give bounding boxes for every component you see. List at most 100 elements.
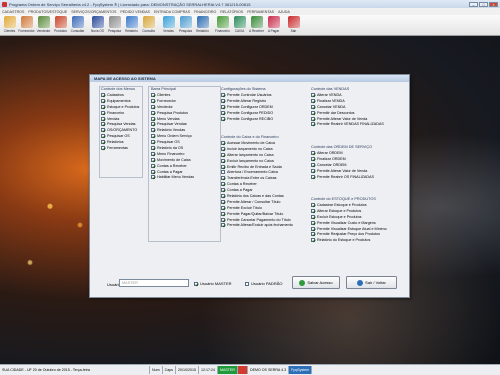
checkbox[interactable] [221, 92, 225, 97]
usuario-master-checkbox[interactable] [194, 281, 198, 286]
checkbox[interactable] [311, 162, 315, 167]
checkbox[interactable] [151, 92, 155, 97]
checkbox[interactable] [311, 238, 315, 243]
vendas-option[interactable]: Permite Reabrir VENDAS FINALIZADAS [311, 121, 384, 127]
checkbox[interactable] [101, 116, 105, 121]
minimize-button[interactable]: – [469, 1, 478, 7]
checkbox[interactable] [151, 134, 155, 139]
checkbox[interactable] [101, 145, 105, 150]
checkbox[interactable] [221, 98, 225, 103]
toolbar-button-caixa[interactable]: CAIXA [231, 15, 248, 35]
checkbox[interactable] [311, 104, 315, 109]
toolbar-button-a-receber[interactable]: A Receber [248, 15, 265, 35]
checkbox[interactable] [151, 157, 155, 162]
toolbar-button-a-pagar[interactable]: A Pagar [265, 15, 282, 35]
checkbox[interactable] [151, 151, 155, 156]
checkbox[interactable] [221, 164, 225, 169]
checkbox[interactable] [311, 202, 315, 207]
maximize-button[interactable]: □ [479, 1, 488, 7]
checkbox[interactable] [311, 208, 315, 213]
caixa-option[interactable]: Permite Alterar/Excluir após fechamento [221, 222, 293, 228]
menu-ajuda[interactable]: AJUDA [278, 10, 290, 14]
toolbar-button-financeiro[interactable]: Financeiro [214, 15, 231, 35]
checkbox[interactable] [221, 110, 225, 115]
checkbox[interactable] [311, 92, 315, 97]
checkbox[interactable] [311, 156, 315, 161]
menu-servicos-orcamentos[interactable]: SERVIÇOS/ORÇAMENTOS [71, 10, 116, 14]
checkbox[interactable] [311, 98, 315, 103]
usuario-field[interactable]: MASTER [119, 279, 189, 287]
checkbox[interactable] [151, 116, 155, 121]
toolbar-button-produtos[interactable]: Produtos [52, 15, 69, 35]
estoque-option[interactable]: Relatório do Estoque e Produtos [311, 237, 387, 243]
checkbox[interactable] [151, 122, 155, 127]
checkbox[interactable] [311, 122, 315, 127]
checkbox[interactable] [101, 122, 105, 127]
toolbar-button-vendedor[interactable]: Vendedor [35, 15, 52, 35]
checkbox[interactable] [221, 211, 225, 216]
checkbox[interactable] [221, 170, 225, 175]
checkbox[interactable] [311, 226, 315, 231]
checkbox[interactable] [221, 193, 225, 198]
save-access-button[interactable]: Salvar Acesso [292, 276, 340, 289]
menu-relatorios[interactable]: RELATÓRIOS [220, 10, 243, 14]
checkbox[interactable] [101, 92, 105, 97]
toolbar-button-relat-rio[interactable]: Relatório [123, 15, 140, 35]
checkbox[interactable] [151, 145, 155, 150]
checkbox[interactable] [311, 116, 315, 121]
toolbar-button-relat-rio[interactable]: Relatório [194, 15, 211, 35]
checkbox[interactable] [101, 128, 105, 133]
toolbar-button-consulta[interactable]: Consulta [140, 15, 157, 35]
close-button[interactable]: × [489, 1, 498, 7]
checkbox[interactable] [221, 158, 225, 163]
toolbar-button-consultar[interactable]: Consultar [69, 15, 86, 35]
checkbox[interactable] [221, 182, 225, 187]
checkbox[interactable] [221, 217, 225, 222]
toolbar-button-vendas[interactable]: Vendas [160, 15, 177, 35]
toolbar-button-pesquisa[interactable]: Pesquisa [106, 15, 123, 35]
menu-ferramentas[interactable]: FERRAMENTAS [247, 10, 274, 14]
checkbox[interactable] [221, 223, 225, 228]
checkbox[interactable] [311, 232, 315, 237]
toolbar-button-sair[interactable]: Sair [285, 15, 302, 35]
menu-produtos-estoque[interactable]: PRODUTOS/ESTOQUE [28, 10, 67, 14]
checkbox[interactable] [101, 134, 105, 139]
config-option[interactable]: Permite Configurar RECIBO [221, 116, 273, 122]
barra-option[interactable]: Habilitar Menu Vendas [151, 174, 194, 180]
menu-entrada-compras[interactable]: ENTRADA COMPRAS [154, 10, 190, 14]
checkbox[interactable] [311, 214, 315, 219]
checkbox[interactable] [221, 188, 225, 193]
checkbox[interactable] [151, 98, 155, 103]
checkbox[interactable] [101, 110, 105, 115]
toolbar-button-fornecedor[interactable]: Fornecedor [18, 15, 35, 35]
exit-button[interactable]: Sair / Voltar [346, 276, 397, 289]
toolbar-button-nova-os[interactable]: Nova OS [89, 15, 106, 35]
checkbox[interactable] [151, 169, 155, 174]
checkbox[interactable] [101, 140, 105, 145]
checkbox[interactable] [221, 205, 225, 210]
checkbox[interactable] [221, 199, 225, 204]
checkbox[interactable] [151, 104, 155, 109]
checkbox[interactable] [151, 140, 155, 145]
menu-cadastros[interactable]: CADASTROS [2, 10, 24, 14]
checkbox[interactable] [221, 146, 225, 151]
toolbar-button-pesquisa[interactable]: Pesquisa [177, 15, 194, 35]
checkbox[interactable] [221, 116, 225, 121]
os-option[interactable]: Permite Reabrir OS FINALIZADAS [311, 174, 374, 180]
checkbox[interactable] [101, 98, 105, 103]
menu-financeiro[interactable]: FINANCEIRO [194, 10, 216, 14]
menu-pedido-vendas[interactable]: PEDIDO VENDAS [120, 10, 150, 14]
checkbox[interactable] [311, 174, 315, 179]
checkbox[interactable] [221, 104, 225, 109]
checkbox[interactable] [221, 140, 225, 145]
toolbar-button-clientes[interactable]: Clientes [1, 15, 18, 35]
checkbox[interactable] [151, 128, 155, 133]
checkbox[interactable] [101, 104, 105, 109]
checkbox[interactable] [151, 163, 155, 168]
usuario-padrao-checkbox[interactable] [245, 281, 249, 286]
menus-option[interactable]: Ferramentas [101, 145, 139, 151]
checkbox[interactable] [311, 110, 315, 115]
usuario-master-option[interactable]: Usuário MASTER [194, 281, 232, 286]
usuario-padrao-option[interactable]: Usuário PADRÃO [245, 281, 283, 286]
checkbox[interactable] [221, 176, 225, 181]
